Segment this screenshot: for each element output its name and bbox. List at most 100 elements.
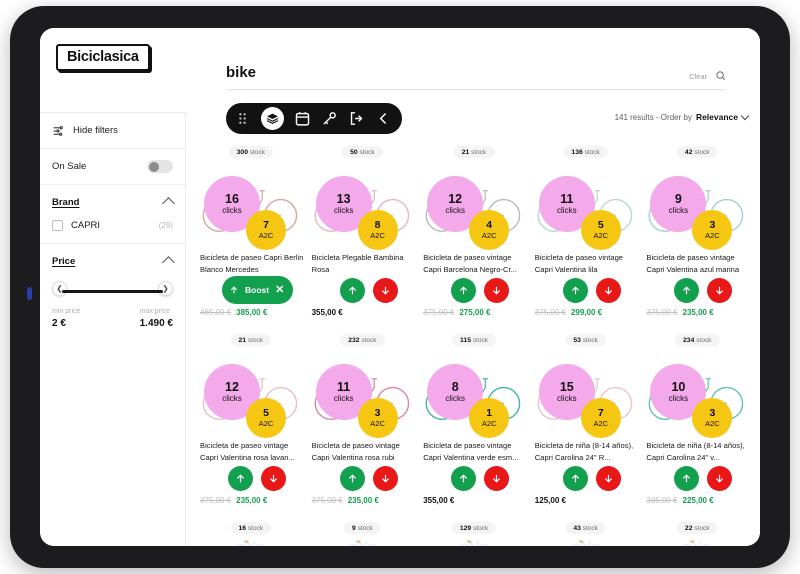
add-to-cart-bubble[interactable]: 7 A2C (580, 398, 621, 438)
product-card[interactable]: 115 stock 8 clicks 1 A2C Bicicleta de paseo v… (421, 332, 527, 514)
boost-up-button[interactable] (339, 466, 365, 491)
tablet-device-frame: Biciclasica ✕ Hide filters On Sale (10, 6, 790, 568)
price-values: min price 2 € max price 1.490 € (40, 298, 185, 329)
product-card[interactable]: 300 stock 16 clicks 7 A2C Bicicleta de paseo … (198, 144, 304, 326)
product-title[interactable]: Bicicleta de paseo vintage Capri Valenti… (312, 440, 418, 464)
product-actions (339, 278, 398, 303)
search-bar[interactable]: bike Clear (226, 64, 726, 90)
on-sale-toggle[interactable] (147, 160, 173, 173)
add-to-cart-bubble[interactable]: 3 A2C (357, 398, 398, 438)
search-icon[interactable] (715, 70, 726, 81)
add-to-cart-bubble[interactable]: 1 A2C (469, 398, 510, 438)
bury-down-button[interactable] (372, 466, 398, 491)
product-price-row: 335,00 € 225,00 € (646, 496, 713, 505)
bury-down-button[interactable] (707, 278, 733, 303)
add-to-cart-bubble[interactable]: 5 A2C (580, 210, 621, 250)
brand-checkbox[interactable] (52, 220, 63, 231)
boost-up-button[interactable] (562, 466, 588, 491)
boost-up-button[interactable] (451, 466, 477, 491)
product-title[interactable]: Bicicleta de paseo vintage Capri Valenti… (200, 440, 306, 464)
product-card[interactable]: 42 stock 9 clicks 3 A2C Bicicleta de paseo vi… (644, 144, 750, 326)
brand-option-capri[interactable]: CAPRI (29) (40, 216, 185, 244)
stock-badge: 53 stock (565, 334, 606, 346)
drag-handle-icon[interactable] (234, 110, 251, 127)
product-card[interactable]: 21 stock 12 clicks 4 A2C Bicicleta de paseo v… (421, 144, 527, 326)
add-to-cart-bubble[interactable]: 5 A2C (246, 398, 286, 438)
logout-icon[interactable] (348, 110, 365, 127)
layers-icon[interactable] (261, 107, 284, 130)
product-title[interactable]: Bicicleta de paseo vintage Capri Valenti… (646, 252, 752, 276)
product-actions (674, 278, 733, 303)
product-card[interactable]: 129 stock (421, 520, 527, 546)
brand-section-header[interactable]: Brand (40, 185, 185, 216)
boost-up-button[interactable] (674, 278, 700, 303)
product-card[interactable]: 9 stock (310, 520, 416, 546)
price-slider-max-handle[interactable]: ❯ (158, 281, 173, 296)
boost-button[interactable]: Boost ✕ (222, 276, 294, 304)
bury-down-button[interactable] (707, 466, 733, 491)
add-to-cart-bubble[interactable]: 4 A2C (469, 210, 510, 250)
bury-down-button[interactable] (595, 278, 621, 303)
a2c-label: A2C (705, 419, 720, 428)
on-sale-filter-row: On Sale (40, 149, 185, 185)
clicks-count: 11 (560, 191, 574, 206)
search-input[interactable]: bike (226, 64, 681, 81)
chevron-up-icon (162, 197, 175, 210)
product-price-row: 125,00 € (535, 496, 566, 505)
clicks-count: 12 (225, 379, 239, 394)
product-price-row: 375,00 € 275,00 € (423, 308, 490, 317)
chevron-down-icon[interactable] (740, 111, 750, 120)
boost-up-button[interactable] (674, 466, 700, 491)
product-title[interactable]: Bicicleta de niña (8-14 años), Capri Car… (646, 440, 752, 464)
boost-up-button[interactable] (228, 466, 253, 491)
product-title[interactable]: Bicicleta de paseo Capri Berlin Blanco M… (200, 252, 306, 276)
product-card[interactable]: 53 stock 15 clicks 7 A2C Bicicleta de niña (8… (533, 332, 639, 514)
min-price-group: min price 2 € (52, 308, 80, 329)
bury-down-button[interactable] (595, 466, 621, 491)
add-to-cart-bubble[interactable]: 8 A2C (357, 210, 398, 250)
boost-up-button[interactable] (451, 278, 477, 303)
product-title[interactable]: Bicicleta de paseo vintage Capri Valenti… (535, 252, 641, 276)
a2c-label: A2C (705, 231, 720, 240)
product-price-original: 375,00 € (423, 308, 455, 317)
product-card[interactable]: 22 stock (644, 520, 750, 546)
calendar-icon[interactable] (294, 110, 311, 127)
product-title[interactable]: Bicicleta de niña (8-14 años), Capri Car… (535, 440, 641, 464)
a2c-label: A2C (258, 231, 274, 240)
boost-up-button[interactable] (562, 278, 588, 303)
chevron-left-icon[interactable] (375, 110, 392, 127)
a2c-count: 3 (374, 406, 381, 419)
product-card[interactable]: 50 stock 13 clicks 8 A2C Bicicleta Plegable B… (310, 144, 416, 326)
bury-down-button[interactable] (261, 466, 286, 491)
bury-down-button[interactable] (372, 278, 398, 303)
stock-badge: 21 stock (230, 334, 272, 346)
hide-filters-label: Hide filters (73, 125, 118, 136)
close-icon[interactable]: ✕ (275, 284, 284, 296)
product-card[interactable]: 16 stock (198, 520, 304, 546)
clear-search-button[interactable]: Clear (689, 72, 707, 81)
product-card[interactable]: 234 stock 10 clicks 3 A2C Bicicleta de niña (… (644, 332, 750, 514)
brand-option-count: (29) (158, 221, 173, 230)
product-card[interactable]: 136 stock 11 clicks 5 A2C Bicicleta de paseo … (533, 144, 639, 326)
boost-up-button[interactable] (339, 278, 365, 303)
product-title[interactable]: Bicicleta de paseo vintage Capri Valenti… (423, 440, 529, 464)
price-slider[interactable]: ❮ ❯ (40, 275, 185, 298)
product-price-current: 355,00 € (311, 308, 343, 317)
product-title[interactable]: Bicicleta Plegable Bambina Rosa (312, 252, 418, 276)
key-icon[interactable] (321, 110, 338, 127)
sort-value[interactable]: Relevance (696, 112, 738, 122)
product-price-current: 275,00 € (459, 308, 491, 317)
add-to-cart-bubble[interactable]: 7 A2C (246, 210, 286, 250)
price-slider-min-handle[interactable]: ❮ (52, 281, 67, 296)
hide-filters-button[interactable]: Hide filters (40, 113, 185, 149)
bury-down-button[interactable] (484, 278, 510, 303)
max-price-caption: max price (139, 308, 170, 315)
bicycle-image (533, 536, 639, 546)
product-card[interactable]: 232 stock 11 clicks 3 A2C Bicicleta de paseo … (310, 332, 416, 514)
product-card[interactable]: 43 stock (533, 520, 639, 546)
product-title[interactable]: Bicicleta de paseo vintage Capri Barcelo… (423, 252, 529, 276)
product-card[interactable]: 21 stock 12 clicks 5 A2C Bicicleta de paseo v… (198, 332, 304, 514)
price-section-header[interactable]: Price (40, 244, 185, 275)
bury-down-button[interactable] (484, 466, 510, 491)
clicks-label: clicks (333, 394, 354, 404)
